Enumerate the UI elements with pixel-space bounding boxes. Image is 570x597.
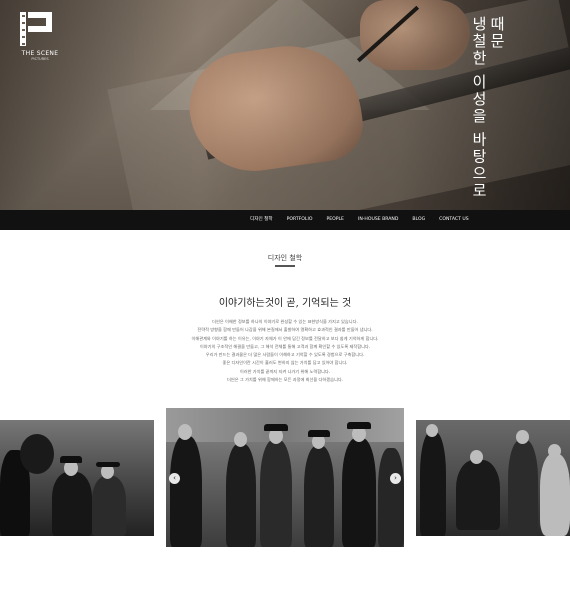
hero-banner: THE SCENE PICTURES 때문 냉철한 이성을 바탕으로 (0, 0, 570, 210)
hero-vertical-text-1: 때문 (488, 16, 506, 50)
section-title-underline (275, 265, 295, 267)
paragraph-line: 이야기의 구조적인 해결을 만들고, 그 해석 전체를 통해 고객과 함께 확인… (199, 343, 371, 349)
paragraph-line: 더씬은 그 가치를 위해 함께하는 모든 과정에 최선을 다하겠습니다. (227, 377, 343, 383)
nav-item-in-house-brand[interactable]: IN-HOUSE BRAND (358, 210, 398, 230)
paragraph-line: 이해관계와 이야기를 하는 이유는, 이야기 자체가 이 안에 담긴 정보를 전… (191, 335, 379, 341)
gallery-photo-left[interactable] (0, 420, 154, 536)
nav-item-contact[interactable]: CONTACT US (439, 210, 469, 230)
paragraph-line: 이러한 가치를 끝까지 지켜 나가기 위해 노력합니다. (239, 368, 331, 374)
nav-item-blog[interactable]: BLOG (412, 210, 425, 230)
logo-subtext: PICTURES (31, 57, 49, 61)
gallery-next-button[interactable]: › (390, 473, 401, 484)
philosophy-headline: 이야기하는것이 곧, 기억되는 것 (218, 298, 352, 309)
section-title: 디자인 철학 (267, 254, 303, 262)
gallery-prev-button[interactable]: ‹ (169, 473, 180, 484)
nav-item-people[interactable]: PEOPLE (326, 210, 344, 230)
paragraph-line: 좋은 디자인이란 시간이 흘러도 변하지 않는 가치를 담고 있어야 합니다. (222, 360, 348, 366)
nav-item-philosophy[interactable]: 디자인 철학 (250, 210, 273, 230)
paragraph-line: 전략적 방향을 함께 만들어 나감을 위해 본질에서 출발하여 명확하고 효과적… (197, 327, 373, 333)
philosophy-paragraph: 더씬은 이해한 정보를 하나의 이야기로 완성할 수 있는 표현방식을 가지고 … (0, 318, 570, 384)
paragraph-line: 더씬은 이해한 정보를 하나의 이야기로 완성할 수 있는 표현방식을 가지고 … (212, 319, 358, 324)
hero-vertical-text-2: 냉철한 이성을 바탕으로 (470, 16, 488, 200)
logo[interactable]: THE SCENE PICTURES (16, 12, 60, 64)
paragraph-line: 우리가 만드는 결과물은 더 많은 사람들이 이해하고 기억할 수 있도록 경험… (205, 352, 365, 358)
nav-item-portfolio[interactable]: PORTFOLIO (287, 210, 313, 230)
logo-text: THE SCENE (21, 50, 59, 57)
gallery-photo-center[interactable] (166, 408, 404, 547)
gallery-photo-right[interactable] (416, 420, 570, 536)
main-nav: 디자인 철학 PORTFOLIO PEOPLE IN-HOUSE BRAND B… (0, 210, 570, 230)
film-strip-logo-icon (20, 12, 52, 46)
